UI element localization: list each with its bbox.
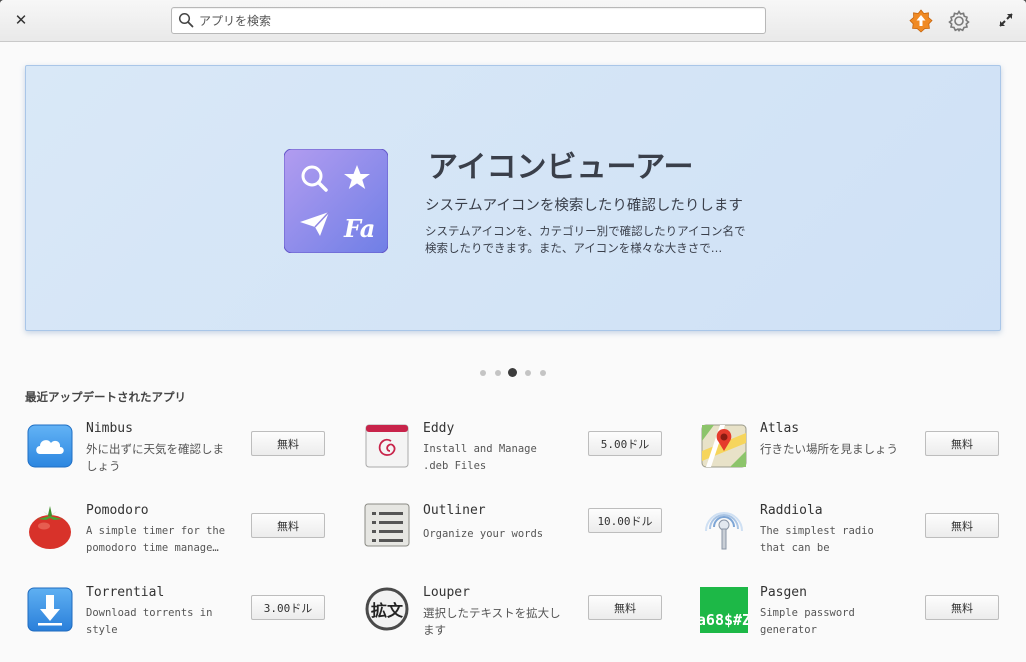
app-tile-pomodoro[interactable]: Pomodoro A simple timer for the pomodoro… <box>26 503 336 573</box>
app-name: Torrential <box>86 585 165 600</box>
carousel-dot-2[interactable] <box>495 370 501 376</box>
close-icon[interactable]: ✕ <box>12 11 30 29</box>
icon-viewer-app-icon: Fa <box>284 149 388 253</box>
eddy-icon <box>365 424 409 468</box>
app-summary: Organize your words <box>423 528 544 540</box>
banner-summary: システムアイコンを検索したり確認したりします <box>425 198 743 214</box>
carousel-dot-5[interactable] <box>540 370 546 376</box>
app-tile-atlas[interactable]: Atlas 行きたい場所を見ましょう 無料 <box>700 421 1010 491</box>
app-name: Louper <box>423 585 470 600</box>
banner-description: システムアイコンを、カテゴリー別で確認したりアイコン名で検索したりできます。また… <box>425 224 746 255</box>
app-summary: Download torrents in style <box>86 607 213 636</box>
tomato-icon <box>29 506 71 549</box>
price-button[interactable]: 10.00ドル <box>588 508 662 533</box>
app-summary: A simple timer for the pomodoro time man… <box>86 525 226 554</box>
app-name: Nimbus <box>86 421 133 436</box>
app-name: Pomodoro <box>86 503 149 518</box>
price-button[interactable]: 無料 <box>925 513 999 538</box>
app-summary: 行きたい場所を見ましょう <box>760 442 898 456</box>
price-button[interactable]: 3.00ドル <box>251 595 325 620</box>
atlas-map-icon <box>701 424 747 468</box>
price-button[interactable]: 5.00ドル <box>588 431 662 456</box>
search-field[interactable] <box>171 7 766 34</box>
download-arrow-icon <box>27 587 73 632</box>
app-tile-raddiola[interactable]: Raddiola The simplest radio that can be … <box>700 503 1010 573</box>
price-button[interactable]: 無料 <box>925 431 999 456</box>
app-summary: 外に出ずに天気を確認しましょう <box>86 442 224 473</box>
fa-glyph: Fa <box>343 214 375 243</box>
section-title: 最近アップデートされたアプリ <box>25 390 186 404</box>
app-tile-pasgen[interactable]: a68$#Z Pasgen Simple password generator … <box>700 585 1010 655</box>
app-tile-louper[interactable]: 拡文 Louper 選択したテキストを拡大します 無料 <box>363 585 673 655</box>
app-summary: The simplest radio that can be <box>760 525 874 554</box>
app-summary: 選択したテキストを拡大します <box>423 606 561 637</box>
app-name: Pasgen <box>760 585 807 600</box>
app-name: Eddy <box>423 421 455 436</box>
search-icon <box>178 12 194 28</box>
banner-title: アイコンビューアー <box>428 150 694 185</box>
outliner-list-icon <box>364 503 410 547</box>
app-tile-nimbus[interactable]: Nimbus 外に出ずに天気を確認しましょう 無料 <box>26 421 336 491</box>
password-glyphs-icon: a68$#Z <box>700 587 748 633</box>
price-button[interactable]: 無料 <box>251 513 325 538</box>
magnifier-text-icon: 拡文 <box>365 587 409 631</box>
carousel-dot-4[interactable] <box>525 370 531 376</box>
price-button[interactable]: 無料 <box>588 595 662 620</box>
updates-icon[interactable] <box>909 9 933 33</box>
app-tile-outliner[interactable]: Outliner Organize your words 10.00ドル <box>363 503 673 573</box>
nimbus-icon <box>27 424 73 468</box>
search-input[interactable] <box>197 10 751 32</box>
pasgen-glyphs: a68$#Z <box>700 611 748 629</box>
header-bar: ✕ <box>0 0 1026 42</box>
app-tile-eddy[interactable]: Eddy Install and Manage .deb Files 5.00ド… <box>363 421 673 491</box>
gear-icon[interactable] <box>947 9 971 33</box>
maximize-icon[interactable] <box>999 13 1013 27</box>
carousel-dot-1[interactable] <box>480 370 486 376</box>
carousel-dot-3[interactable] <box>508 368 517 377</box>
app-name: Atlas <box>760 421 800 436</box>
app-tile-torrential[interactable]: Torrential Download torrents in style 3.… <box>26 585 336 655</box>
app-window: ✕ アプリを検索 Fa アイコンビューアー システムアイコンを検索したり確認した… <box>0 0 1026 662</box>
featured-banner[interactable]: Fa アイコンビューアー システムアイコンを検索したり確認したりします システム… <box>25 65 1001 331</box>
app-name: Outliner <box>423 503 486 518</box>
app-name: Raddiola <box>760 503 823 518</box>
app-summary: Simple password generator <box>760 607 855 636</box>
price-button[interactable]: 無料 <box>925 595 999 620</box>
radio-antenna-icon <box>705 512 743 550</box>
app-summary: Install and Manage .deb Files <box>423 443 537 472</box>
louper-glyph: 拡文 <box>371 601 404 620</box>
price-button[interactable]: 無料 <box>251 431 325 456</box>
